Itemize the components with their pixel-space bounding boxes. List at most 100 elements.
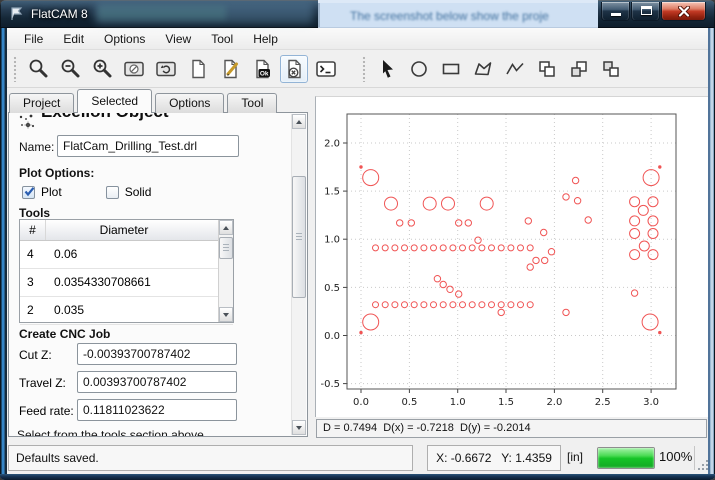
tool-diameter: 0.0354330708661 [46, 269, 151, 296]
svg-text:0.5: 0.5 [324, 283, 340, 294]
toolbar-button-new-file[interactable] [184, 55, 212, 83]
scroll-up-button[interactable] [292, 114, 306, 129]
titlebar[interactable]: The screenshot below show the proje Flat… [0, 0, 715, 28]
tool-number: 2 [20, 297, 46, 324]
tab-project[interactable]: Project [9, 93, 74, 113]
name-input[interactable] [57, 135, 239, 157]
scroll-down-button[interactable] [292, 420, 306, 435]
plot-options-label: Plot Options: [19, 166, 94, 180]
tab-tool[interactable]: Tool [227, 93, 277, 113]
toolbar-button-copy-geometry[interactable] [565, 55, 593, 83]
field-row-feedrate: Feed rate: [19, 397, 239, 425]
feedrate-input[interactable] [77, 399, 237, 421]
toolbar-button-ok-file[interactable]: Ok [248, 55, 276, 83]
toolbar-drag-handle[interactable] [362, 56, 367, 82]
draw-rectangle-icon [440, 58, 462, 80]
toolbar-button-pointer[interactable] [373, 55, 401, 83]
toolbar-drag-handle[interactable] [13, 56, 18, 82]
plot-canvas[interactable]: 0.00.51.01.52.02.53.0-0.50.00.51.01.52.0 [315, 96, 709, 417]
progress-fill [598, 448, 654, 468]
svg-text:1.0: 1.0 [450, 397, 466, 408]
tools-table-body: 40.0630.035433070866120.035 [20, 241, 233, 325]
merge-icon [600, 58, 622, 80]
travelz-input[interactable] [77, 371, 237, 393]
svg-text:1.5: 1.5 [324, 187, 340, 198]
edit-file-icon [219, 58, 241, 80]
toolbar-button-zoom-fit[interactable] [24, 55, 52, 83]
copy-geometry-icon [568, 58, 590, 80]
background-window: The screenshot below show the proje [318, 0, 598, 28]
toolbar-button-union[interactable] [533, 55, 561, 83]
tools-header-diameter[interactable]: Diameter [46, 220, 202, 240]
checkbox-label: Plot [41, 185, 62, 199]
menu-item-view[interactable]: View [155, 30, 201, 48]
tool-row[interactable]: 40.06 [20, 241, 233, 269]
minimize-button[interactable] [601, 2, 630, 21]
panel-scrollbar[interactable] [291, 114, 306, 435]
maximize-button[interactable] [631, 2, 660, 21]
menu-item-edit[interactable]: Edit [53, 30, 94, 48]
window-frame-right [708, 28, 715, 480]
toolbar-button-zoom-in[interactable] [88, 55, 116, 83]
toolbar-button-zoom-out[interactable] [56, 55, 84, 83]
tools-table: # Diameter 40.0630.035433070866120.035 [19, 219, 234, 323]
tools-header-number[interactable]: # [20, 220, 46, 240]
toolbar-button-edit-file[interactable] [216, 55, 244, 83]
plot-svg: 0.00.51.01.52.02.53.0-0.50.00.51.01.52.0 [316, 97, 710, 418]
union-icon [536, 58, 558, 80]
replot-icon [155, 58, 177, 80]
shell-icon [315, 58, 337, 80]
toolbar-button-replot[interactable] [152, 55, 180, 83]
tool-row[interactable]: 20.035 [20, 297, 233, 325]
plot-options-row: Plot Solid [22, 185, 195, 199]
tab-options[interactable]: Options [155, 93, 224, 113]
menu-item-tool[interactable]: Tool [201, 30, 243, 48]
selected-panel: Excellon Object Name: Plot Options: Plot… [8, 112, 308, 437]
toolbar-button-merge[interactable] [597, 55, 625, 83]
toolbar-button-draw-circle[interactable] [405, 55, 433, 83]
zoom-fit-icon [27, 58, 49, 80]
window-controls [600, 2, 706, 21]
toolbar-button-cancel-file[interactable] [280, 55, 308, 83]
units-label: [in] [567, 450, 583, 464]
svg-text:Ok: Ok [260, 70, 269, 77]
scrollbar-thumb[interactable] [292, 176, 306, 298]
toolbar-button-shell[interactable] [312, 55, 340, 83]
ok-file-icon: Ok [251, 58, 273, 80]
cutz-label: Cut Z: [19, 348, 52, 362]
panel-heading: Excellon Object [41, 112, 169, 122]
maximize-icon [641, 6, 652, 15]
triangle-down-icon [296, 426, 302, 430]
tab-selected[interactable]: Selected [77, 89, 152, 113]
toolbar-button-draw-polyline[interactable] [501, 55, 529, 83]
svg-text:0.5: 0.5 [401, 397, 417, 408]
toolbar-button-draw-polygon[interactable] [469, 55, 497, 83]
menu-item-file[interactable]: File [14, 30, 53, 48]
toolbar-group: Ok [7, 55, 342, 83]
zoom-out-icon [59, 58, 81, 80]
checkbox-solid[interactable]: Solid [106, 185, 152, 199]
scroll-down-button[interactable] [219, 307, 233, 322]
cutz-input[interactable] [77, 343, 237, 365]
scroll-up-button[interactable] [219, 220, 233, 235]
toolbar-button-clear-plot[interactable] [120, 55, 148, 83]
triangle-down-icon [223, 313, 229, 317]
window-frame-left [0, 28, 7, 480]
close-button[interactable] [661, 2, 706, 21]
minimize-icon [611, 13, 621, 16]
toolbar-group [356, 55, 627, 83]
toolbar-button-draw-rectangle[interactable] [437, 55, 465, 83]
new-file-icon [187, 58, 209, 80]
menu-item-options[interactable]: Options [94, 30, 155, 48]
svg-text:2.5: 2.5 [595, 397, 611, 408]
scrollbar-thumb[interactable] [219, 237, 233, 259]
excellon-icon [17, 113, 37, 136]
zoom-in-icon [91, 58, 113, 80]
menu-item-help[interactable]: Help [243, 30, 288, 48]
draw-polyline-icon [504, 58, 526, 80]
mouse-coordinates: X: -0.6672 Y: 1.4359 [427, 445, 561, 471]
draw-polygon-icon [472, 58, 494, 80]
tools-table-scrollbar[interactable] [218, 220, 233, 322]
checkbox-plot[interactable]: Plot [22, 185, 62, 199]
tool-row[interactable]: 30.0354330708661 [20, 269, 233, 297]
